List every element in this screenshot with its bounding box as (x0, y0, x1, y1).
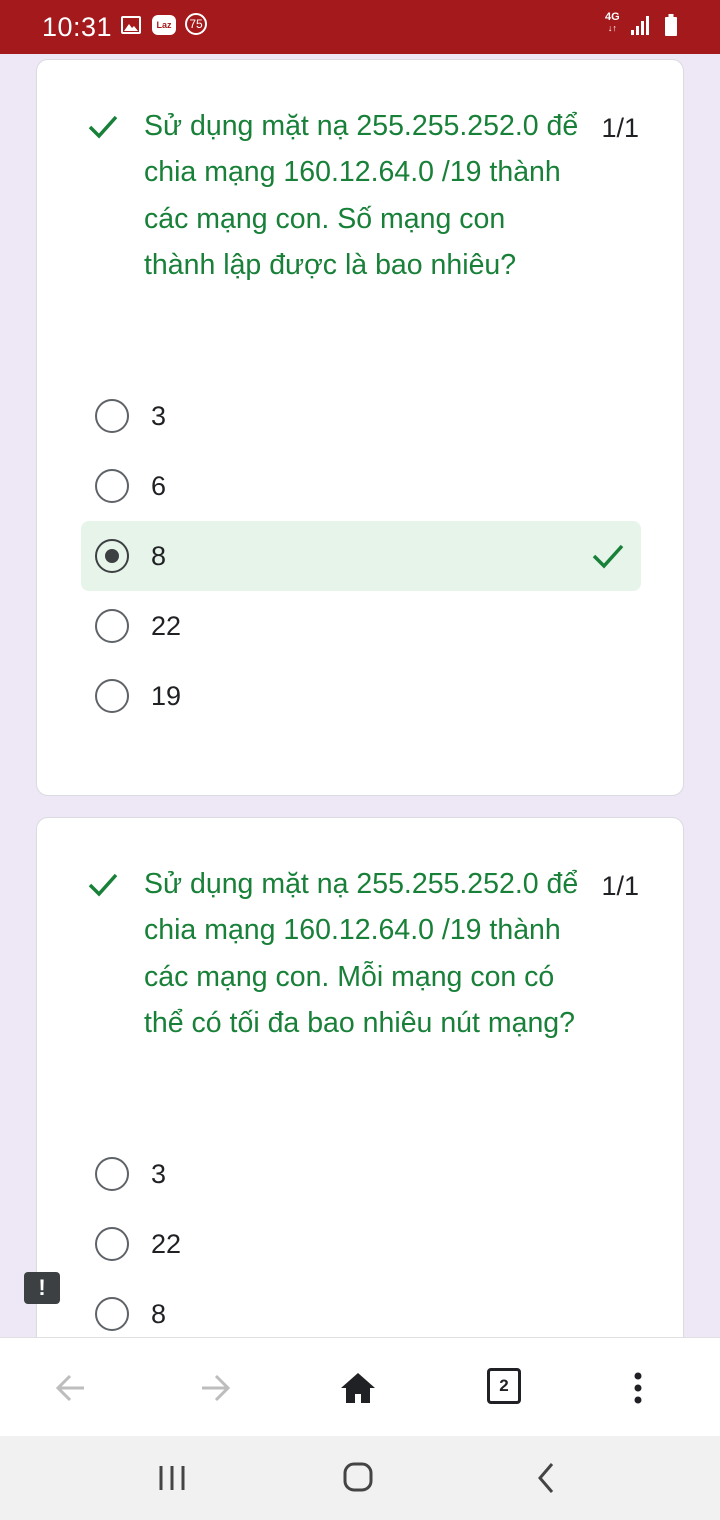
browser-toolbar (0, 1337, 720, 1436)
option-label: 19 (151, 681, 182, 711)
home-nav-icon[interactable] (338, 1460, 378, 1496)
radio-button-selected[interactable] (95, 539, 129, 573)
option-label: 3 (151, 1159, 167, 1189)
radio-button[interactable] (95, 469, 129, 503)
forward-arrow-icon[interactable] (196, 1368, 236, 1408)
option-label: 6 (151, 471, 167, 501)
option-label: 22 (151, 1229, 182, 1259)
back-nav-icon[interactable] (526, 1460, 566, 1496)
option-3[interactable]: 3 (81, 1139, 641, 1209)
correct-check-icon (88, 873, 118, 897)
option-8-selected[interactable]: 8 (81, 521, 641, 591)
radio-button[interactable] (95, 679, 129, 713)
back-arrow-icon[interactable] (50, 1368, 90, 1408)
status-bar: 10:31 Laz 75 4G ↓↑ (0, 0, 720, 54)
notification-count-badge: 75 (185, 13, 207, 35)
correct-check-icon (88, 115, 118, 139)
option-label: 3 (151, 401, 167, 431)
question-card-1: Sử dụng mặt nạ 255.255.252.0 để chia mạn… (36, 59, 684, 796)
radio-button[interactable] (95, 1297, 129, 1331)
lazada-notification-icon: Laz (152, 15, 176, 35)
option-label: 8 (151, 1299, 167, 1329)
question-text: Sử dụng mặt nạ 255.255.252.0 để chia mạn… (144, 110, 579, 282)
question-card-2: Sử dụng mặt nạ 255.255.252.0 để chia mạn… (36, 817, 684, 1377)
tab-switcher-button[interactable]: 2 (487, 1368, 521, 1404)
clock: 10:31 (42, 12, 113, 42)
correct-answer-check-icon (592, 544, 624, 569)
question-text: Sử dụng mặt nạ 255.255.252.0 để chia mạn… (144, 868, 579, 1040)
option-label: 8 (151, 541, 167, 571)
signal-icon (631, 16, 649, 35)
option-label: 22 (151, 611, 182, 641)
network-type-label: 4G (605, 11, 620, 23)
option-3[interactable]: 3 (81, 381, 641, 451)
question-score: 1/1 (601, 113, 639, 143)
radio-button[interactable] (95, 1157, 129, 1191)
question-score: 1/1 (601, 871, 639, 901)
network-type-icon: 4G ↓↑ (605, 11, 620, 34)
battery-icon (665, 14, 677, 36)
system-navigation-bar (0, 1436, 720, 1520)
radio-button[interactable] (95, 1227, 129, 1261)
gallery-notification-icon (121, 16, 141, 34)
option-22[interactable]: 22 (81, 591, 641, 661)
option-22[interactable]: 22 (81, 1209, 641, 1279)
option-19[interactable]: 19 (81, 661, 641, 731)
report-problem-button[interactable]: ! (24, 1272, 60, 1304)
option-6[interactable]: 6 (81, 451, 641, 521)
radio-button[interactable] (95, 399, 129, 433)
radio-button[interactable] (95, 609, 129, 643)
more-menu-icon[interactable] (618, 1368, 658, 1408)
recent-apps-icon[interactable] (152, 1460, 192, 1496)
home-icon[interactable] (338, 1368, 378, 1408)
